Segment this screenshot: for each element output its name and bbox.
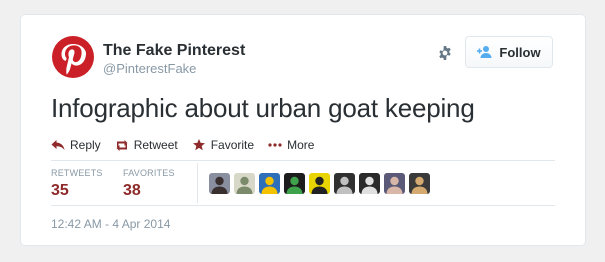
favoriter-avatar[interactable] xyxy=(234,173,255,194)
stats-separator xyxy=(197,163,198,203)
reply-button[interactable]: Reply xyxy=(51,138,101,152)
tweet-card: The Fake Pinterest @PinterestFake Follow… xyxy=(20,14,586,246)
tweet-actions: Reply Retweet Favorite More xyxy=(51,138,314,152)
divider xyxy=(51,160,555,161)
retweets-label: RETWEETS xyxy=(51,168,103,178)
pinterest-logo-icon xyxy=(52,36,94,78)
user-handle[interactable]: @PinterestFake xyxy=(103,61,196,76)
favoriter-avatar[interactable] xyxy=(284,173,305,194)
display-name[interactable]: The Fake Pinterest xyxy=(103,42,245,60)
retweets-count: 35 xyxy=(51,182,69,199)
favoriter-avatar[interactable] xyxy=(384,173,405,194)
more-button[interactable]: More xyxy=(268,138,314,152)
favorite-button[interactable]: Favorite xyxy=(192,138,254,152)
tweet-text: Infographic about urban goat keeping xyxy=(51,93,475,123)
star-icon xyxy=(192,139,206,151)
retweets-stat[interactable]: RETWEETS 35 xyxy=(51,168,103,200)
add-user-icon xyxy=(477,46,492,58)
retweet-label: Retweet xyxy=(133,138,178,152)
favoriter-avatars xyxy=(209,173,430,194)
divider xyxy=(51,205,555,206)
retweet-button[interactable]: Retweet xyxy=(115,138,178,152)
avatar[interactable] xyxy=(51,35,95,79)
reply-icon xyxy=(51,139,65,151)
favorites-count: 38 xyxy=(123,182,141,199)
retweet-icon xyxy=(115,139,129,151)
more-icon xyxy=(268,139,282,151)
favoriter-avatar[interactable] xyxy=(209,173,230,194)
more-label: More xyxy=(287,138,315,152)
favoriter-avatar[interactable] xyxy=(309,173,330,194)
favoriter-avatar[interactable] xyxy=(409,173,430,194)
favorite-label: Favorite xyxy=(210,138,255,152)
favoriter-avatar[interactable] xyxy=(359,173,380,194)
favoriter-avatar[interactable] xyxy=(259,173,280,194)
reply-label: Reply xyxy=(70,138,101,152)
tweet-timestamp[interactable]: 12:42 AM - 4 Apr 2014 xyxy=(51,217,170,231)
follow-button[interactable]: Follow xyxy=(465,36,553,68)
gear-icon[interactable] xyxy=(437,45,453,61)
favoriter-avatar[interactable] xyxy=(334,173,355,194)
favorites-stat[interactable]: FAVORITES 38 xyxy=(123,168,175,200)
follow-button-label: Follow xyxy=(499,44,541,60)
favorites-label: FAVORITES xyxy=(123,168,175,178)
